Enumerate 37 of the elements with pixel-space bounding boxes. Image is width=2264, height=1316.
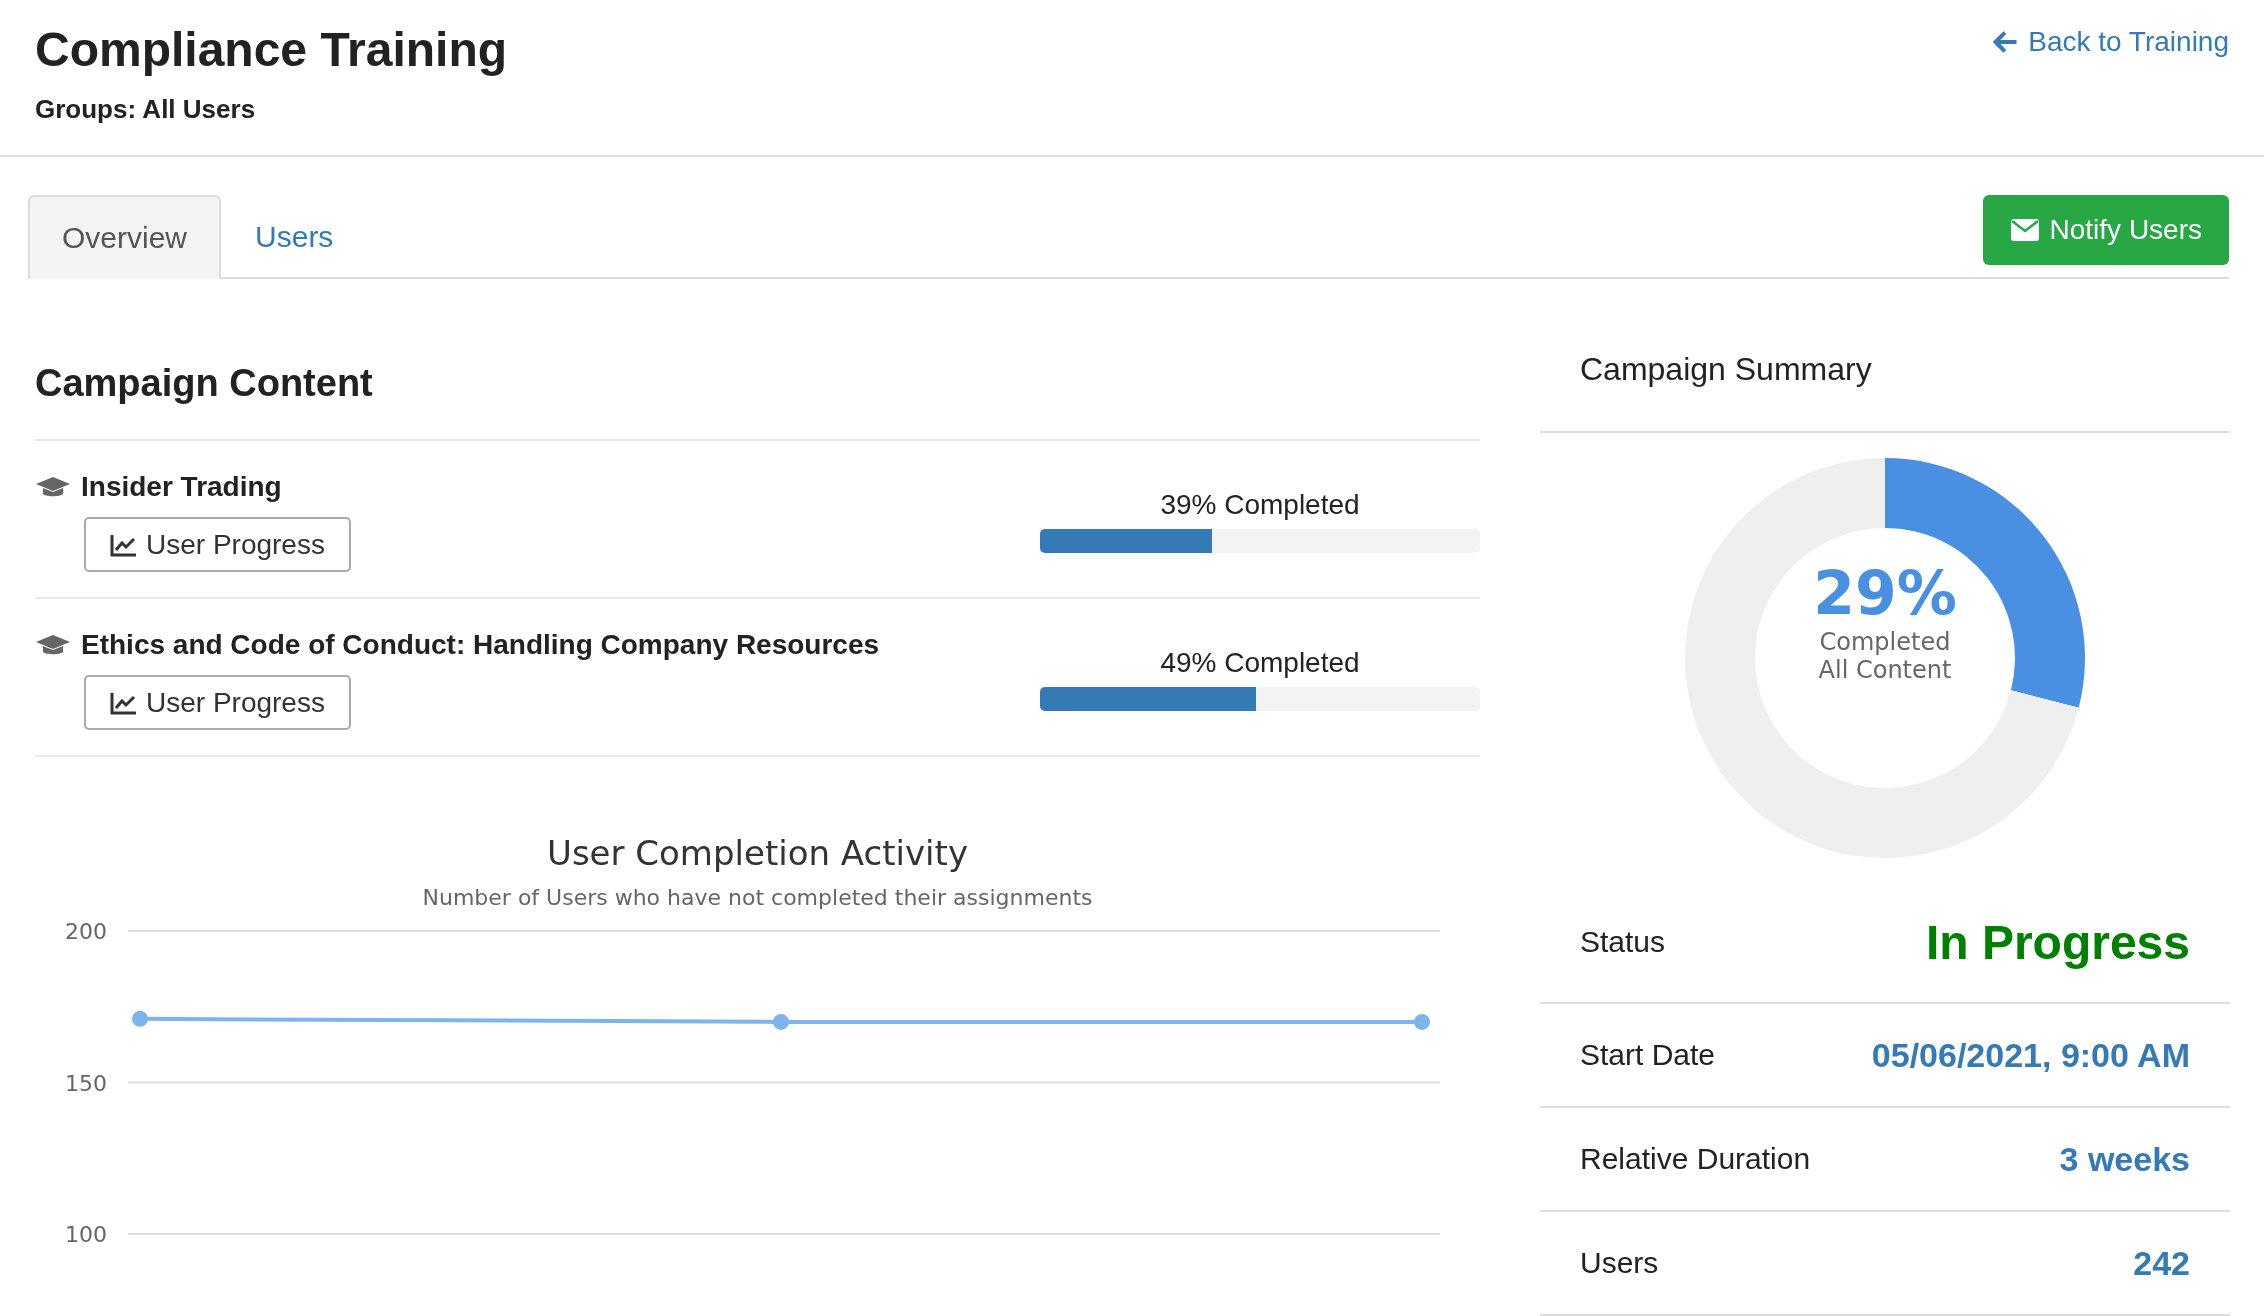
status-value: In Progress bbox=[1925, 914, 2190, 970]
tab[interactable]: Overview bbox=[28, 195, 222, 279]
data-point bbox=[132, 1010, 148, 1027]
course-title: Insider Trading bbox=[81, 471, 282, 503]
section-heading: Campaign Content bbox=[35, 288, 1480, 441]
summary-value: 3 weeks bbox=[2059, 1139, 2190, 1179]
completion-text: 39% Completed bbox=[1160, 489, 1360, 521]
envelope-icon bbox=[2009, 218, 2040, 242]
graduation-cap-icon bbox=[35, 633, 71, 657]
summary-label: Start Date bbox=[1580, 1038, 1716, 1072]
summary-label: Status bbox=[1580, 925, 1666, 959]
chart-subtitle: Number of Users who have not completed their assignments bbox=[421, 885, 1094, 910]
completion-text: 49% Completed bbox=[1160, 647, 1360, 679]
summary-value: 242 bbox=[2133, 1243, 2190, 1283]
donut-caption: All Content bbox=[1818, 656, 1952, 684]
chart-title: User Completion Activity bbox=[546, 833, 969, 873]
course-title: Ethics and Code of Conduct: Handling Company Resources bbox=[81, 629, 880, 661]
donut-caption: Completed bbox=[1819, 628, 1951, 656]
tab[interactable]: Users bbox=[221, 195, 368, 277]
user-progress-button[interactable]: User Progress bbox=[84, 517, 351, 572]
axis-label: 200 bbox=[65, 919, 107, 944]
summary-label: Users bbox=[1580, 1246, 1659, 1280]
summary-heading: Campaign Summary bbox=[1540, 288, 2230, 433]
data-point bbox=[1414, 1013, 1430, 1030]
groups-label: Groups: All Users bbox=[35, 94, 257, 125]
axis-label: 150 bbox=[65, 1070, 107, 1096]
summary-value: 05/06/2021, 9:00 AM bbox=[1871, 1035, 2190, 1075]
summary-label: Relative Duration bbox=[1580, 1142, 1811, 1176]
user-progress-button[interactable]: User Progress bbox=[84, 675, 351, 730]
line-chart-icon bbox=[110, 532, 138, 557]
back-link[interactable]: Back to Training bbox=[1992, 26, 2229, 58]
axis-label: 100 bbox=[65, 1222, 107, 1247]
page-title: Compliance Training bbox=[35, 22, 508, 78]
line-chart-icon bbox=[110, 690, 138, 715]
data-point bbox=[773, 1013, 789, 1030]
completion-percent: 29% bbox=[1813, 558, 1957, 628]
graduation-cap-icon bbox=[35, 475, 71, 499]
